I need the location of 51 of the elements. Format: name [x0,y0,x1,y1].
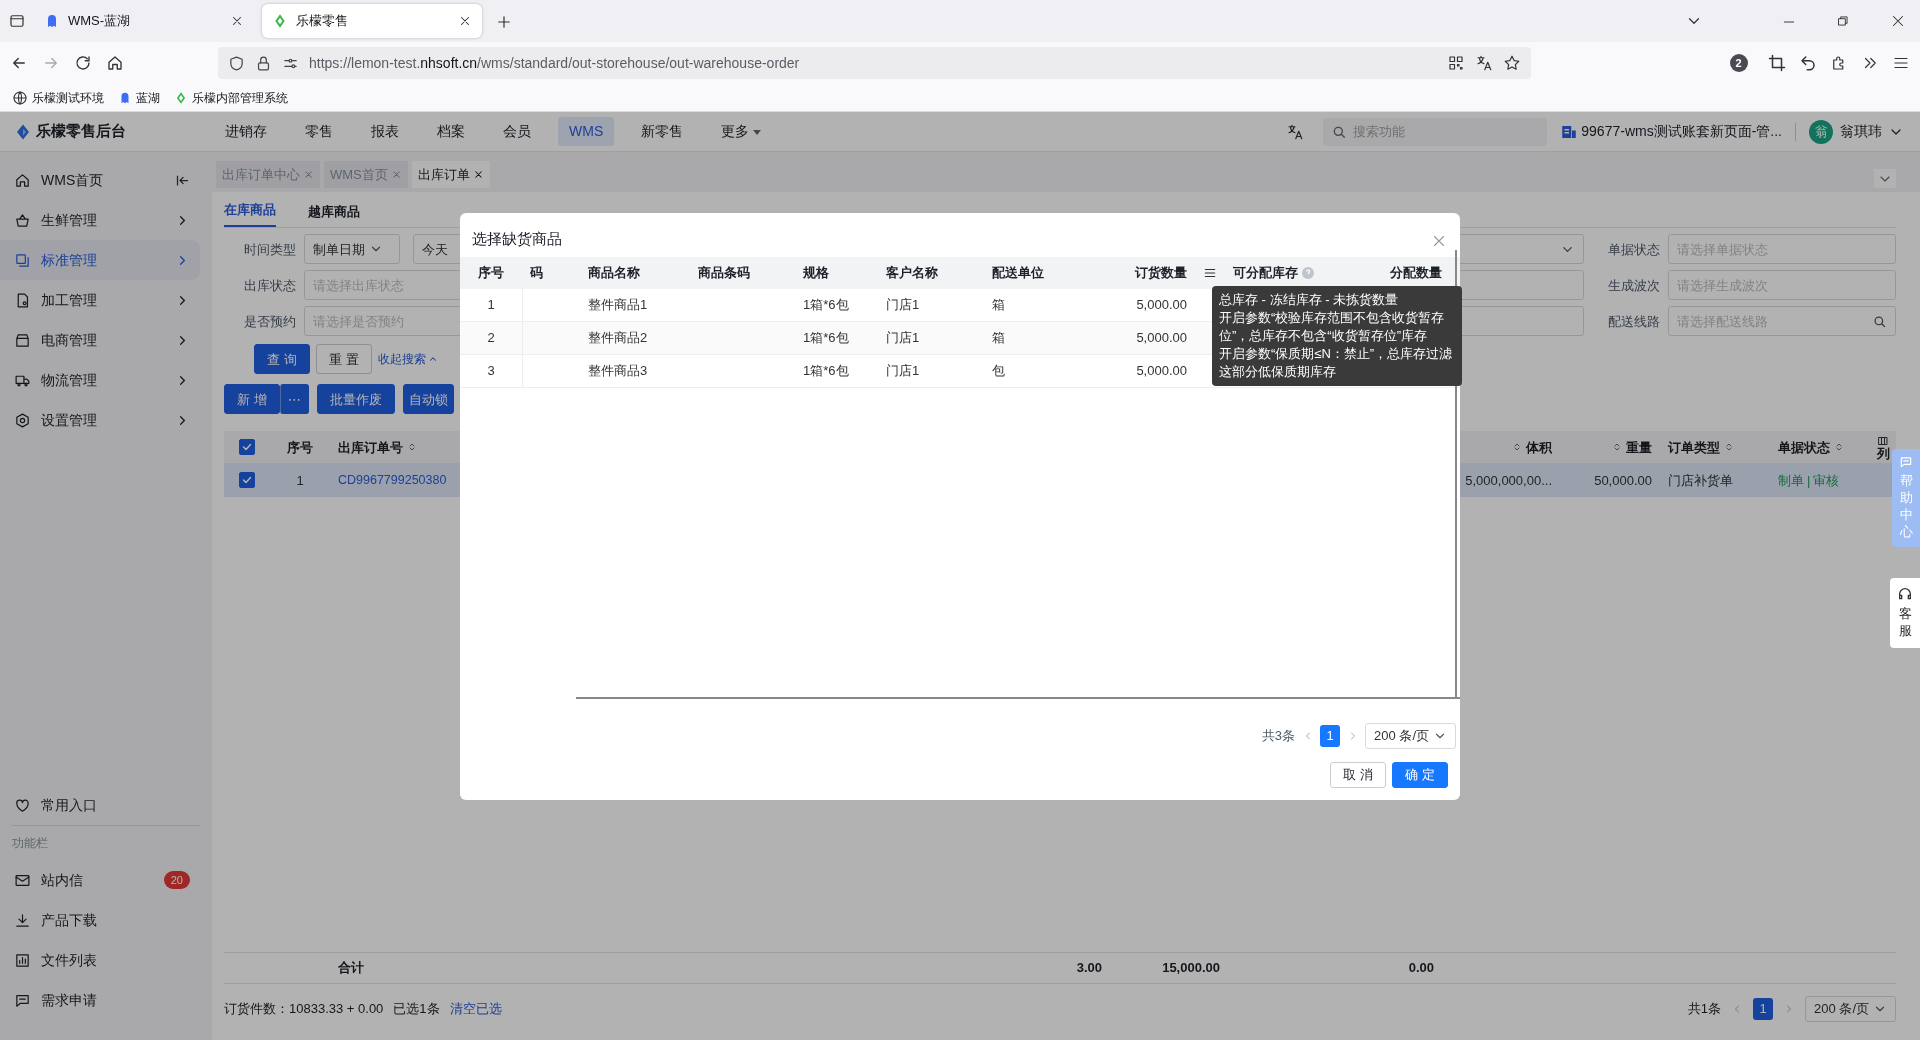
table-cell-text: 5,000,000,00... [1464,471,1553,490]
table-cell-text: 整件商品2 [587,328,649,347]
table-cell-text: 1箱*6包 [802,328,850,347]
table-cell-text: 3 [486,361,496,380]
field-label: 时间类型 [243,240,297,259]
field-label: 生成波次 [1607,276,1661,295]
url-text: https://lemon-test.nhsoft.cn/wms/standard/out-storehouse/out-warehouse-order [309,53,800,73]
column-header: 配送单位 [991,263,1045,282]
table-cell-text: 50,000.00 [1593,471,1653,490]
total-value: 15,000.00 [1161,959,1221,978]
total-count: 共1条 [1687,1000,1722,1019]
field-label: 出库状态 [243,276,297,295]
table-cell-text: 门店1 [885,328,921,347]
total-value: 0.00 [1407,959,1435,978]
column-header: 客户名称 [885,263,939,282]
field-label: 单据状态 [1607,240,1661,259]
table-cell-text: 5,000.00 [1135,295,1188,314]
table-cell-text: 5,000.00 [1135,361,1188,380]
selected-count: 已选1条 [393,1000,440,1019]
table-cell-text: 整件商品1 [587,295,649,314]
total-count: 共3条 [1261,727,1296,746]
table-cell-text: 门店1 [885,361,921,380]
total-label: 合计 [337,959,365,978]
table-cell-text: 整件商品3 [587,361,649,380]
table-cell-text: 包 [991,361,1006,380]
table-cell-text: 1箱*6包 [802,361,850,380]
total-value: 3.00 [1075,959,1103,978]
table-cell-text: 5,000.00 [1135,328,1188,347]
count-badge: 20 [163,870,190,890]
section-label: 功能栏 [11,835,49,852]
column-header: 规格 [802,263,830,282]
table-cell-text: 箱 [991,328,1006,347]
table-cell-text: 门店1 [885,295,921,314]
separator: | [1807,471,1811,490]
avatar: 翁 [1809,119,1833,144]
column-header: 商品名称 [587,263,641,282]
stock-tooltip: 总库存 - 冻结库存 - 未拣货数量 开启参数“校验库存范围不包含收货暂存位”，总库存不包含“收货暂存位”库存 开启参数“保质期≤N：禁止”，总库存过滤这部分低保质期库存 [1212,286,1462,386]
column-header: 序号 [286,438,314,457]
column-header: 分配数量 [1389,263,1443,282]
table-cell-text: 门店补货单 [1667,471,1734,490]
dialog-title: 选择缺货商品 [472,228,562,249]
field-label: 是否预约 [243,312,297,331]
column-header: 可分配库存 [1225,262,1335,283]
column-header: 订货数量 [1134,263,1188,282]
app-title: 乐檬零售后台 [36,121,126,142]
table-cell-text: 1箱*6包 [802,295,850,314]
table-cell-text: 1 [295,471,305,490]
summary-text: 订货件数：10833.33 + 0.00 [224,1000,384,1019]
table-cell-text: 箱 [991,295,1006,314]
field-label: 配送线路 [1607,312,1661,331]
column-header: 商品条码 [697,263,751,282]
